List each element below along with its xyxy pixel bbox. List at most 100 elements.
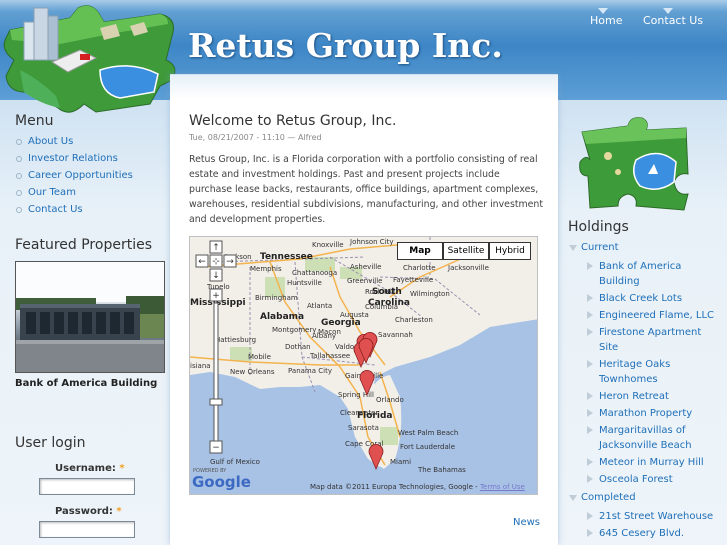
featured-heading: Featured Properties — [15, 237, 152, 253]
menu-link-contact[interactable]: Contact Us — [28, 204, 83, 215]
holding-link-osceola[interactable]: Osceola Forest — [599, 474, 673, 485]
map-label-new-orleans: New Orleans — [230, 368, 275, 376]
holding-item: Osceola Forest — [599, 472, 719, 487]
holding-link-margaritavillas[interactable]: Margaritavillas of Jacksonville Beach — [599, 425, 692, 451]
expanded-triangle-icon — [569, 495, 577, 501]
menu-link-about[interactable]: About Us — [28, 136, 73, 147]
map-label-hattiesburg: Hattiesburg — [215, 336, 256, 344]
required-mark: * — [116, 506, 122, 517]
map-label-tallahassee: Tallahassee — [309, 352, 350, 360]
map-attribution-text: Map data ©2011 Europa Technologies, Goog… — [310, 483, 478, 491]
map-label-birmingham: Birmingham — [255, 294, 298, 302]
holding-item: Firestone Apartment Site — [599, 325, 719, 355]
collapsed-triangle-icon — [587, 426, 593, 434]
map-label-sarasota: Sarasota — [348, 424, 379, 432]
map-label-tennessee: Tennessee — [260, 252, 313, 262]
map-pan-down-icon[interactable]: ↓ — [212, 271, 220, 281]
map-type-hybrid-button[interactable]: Hybrid — [489, 242, 531, 260]
holding-link-marathon[interactable]: Marathon Property — [599, 408, 692, 419]
login-heading: User login — [15, 435, 86, 451]
holding-link-meteor[interactable]: Meteor in Murray Hill — [599, 457, 704, 468]
holding-link-black-creek[interactable]: Black Creek Lots — [599, 293, 682, 304]
map-label-louisiana: isiana — [190, 362, 211, 370]
featured-caption[interactable]: Bank of America Building — [15, 378, 157, 389]
password-input[interactable] — [39, 521, 135, 538]
map-label-fayetteville: Fayetteville — [393, 276, 433, 284]
menu-item-investor: Investor Relations — [16, 150, 133, 167]
ring-bullet-icon — [16, 155, 22, 162]
holding-link-heritage-oaks[interactable]: Heritage Oaks Townhomes — [599, 359, 670, 385]
map-pan-left-icon[interactable]: ← — [198, 257, 206, 267]
map-label-chattanooga: Chattanooga — [292, 269, 337, 277]
holdings-current-link[interactable]: Current — [581, 242, 619, 253]
collapsed-triangle-icon — [587, 311, 593, 319]
post-title[interactable]: Welcome to Retus Group, Inc. — [189, 113, 396, 129]
nav-contact-link[interactable]: Contact Us — [643, 14, 703, 27]
map-label-johnson-city: Johnson City — [349, 238, 394, 246]
holding-link-heron-retreat[interactable]: Heron Retreat — [599, 391, 669, 402]
holding-item: Black Creek Lots — [599, 291, 719, 306]
map-label-miami: Miami — [390, 458, 411, 466]
post-body: Retus Group, Inc. is a Florida corporati… — [189, 154, 544, 225]
map-terms-link[interactable]: Terms of Use — [480, 483, 525, 491]
map-label-south: South — [372, 287, 402, 297]
post-meta: Tue, 08/21/2007 - 11:10 — Alfred — [189, 133, 322, 142]
holding-link-bank-of-america[interactable]: Bank of America Building — [599, 261, 681, 287]
holding-item: Margaritavillas of Jacksonville Beach — [599, 423, 719, 453]
map-label-albany: Albany — [312, 332, 336, 340]
username-input[interactable] — [39, 478, 135, 495]
map-label-charlotte: Charlotte — [403, 264, 436, 272]
holding-link-cesery[interactable]: 645 Cesery Blvd. — [599, 528, 684, 539]
expanded-triangle-icon — [569, 245, 577, 251]
ring-bullet-icon — [16, 138, 22, 145]
map-center-icon[interactable]: ⊹ — [212, 257, 220, 267]
menu-link-careers[interactable]: Career Opportunities — [28, 170, 133, 181]
map-label-dothan: Dothan — [285, 343, 311, 351]
holdings-completed-link[interactable]: Completed — [581, 492, 636, 503]
map-label-mobile: Mobile — [248, 353, 271, 361]
collapsed-triangle-icon — [587, 475, 593, 483]
map-label-huntsville: Huntsville — [287, 279, 322, 287]
google-logo[interactable]: Google — [192, 473, 251, 491]
collapsed-triangle-icon — [587, 458, 593, 466]
collapsed-triangle-icon — [587, 360, 593, 368]
holding-link-engineered-flame[interactable]: Engineered Flame, LLC — [599, 310, 714, 321]
map-type-satellite-button[interactable]: Satellite — [443, 242, 489, 260]
holding-item: 645 Cesery Blvd. — [599, 526, 719, 541]
map-zoom-in-icon[interactable]: + — [212, 291, 220, 301]
map-label-georgia: Georgia — [321, 318, 361, 328]
holding-item: Heritage Oaks Townhomes — [599, 357, 719, 387]
logo-puzzle-graphic[interactable] — [0, 0, 180, 118]
site-title[interactable]: Retus Group Inc. — [188, 26, 503, 65]
holding-link-firestone[interactable]: Firestone Apartment Site — [599, 327, 701, 353]
content-panel-topbar — [170, 75, 558, 99]
news-link[interactable]: News — [513, 517, 540, 528]
menu-link-investor[interactable]: Investor Relations — [28, 153, 118, 164]
map-type-map-button[interactable]: Map — [397, 242, 443, 260]
map-canvas[interactable]: Johnson City Knoxville Jackson Memphis C… — [190, 237, 538, 495]
nav-home-link[interactable]: Home — [590, 14, 622, 27]
ring-bullet-icon — [16, 189, 22, 196]
menu-item-team: Our Team — [16, 184, 133, 201]
map-label-orlando: Orlando — [376, 396, 404, 404]
map-label-greenville: Greenville — [347, 277, 382, 285]
menu-link-team[interactable]: Our Team — [28, 187, 76, 198]
building-photo — [16, 262, 164, 372]
map-label-carolina: Carolina — [368, 298, 410, 308]
map-label-wilmington: Wilmington — [410, 290, 450, 298]
holding-link-21st-street[interactable]: 21st Street Warehouse — [599, 511, 713, 522]
collapsed-triangle-icon — [587, 392, 593, 400]
map-pan-up-icon[interactable]: ↑ — [212, 243, 220, 253]
map-label-atlanta: Atlanta — [307, 302, 332, 310]
google-map[interactable]: Johnson City Knoxville Jackson Memphis C… — [189, 236, 538, 495]
collapsed-triangle-icon — [587, 262, 593, 270]
map-label-the-bahamas: The Bahamas — [417, 466, 466, 474]
map-label-knoxville: Knoxville — [312, 241, 344, 249]
collapsed-triangle-icon — [587, 529, 593, 537]
map-pan-right-icon[interactable]: → — [226, 257, 234, 267]
holding-item: 21st Street Warehouse — [599, 509, 719, 524]
map-zoom-out-icon[interactable]: − — [212, 443, 220, 453]
collapsed-triangle-icon — [587, 328, 593, 336]
featured-property-image[interactable] — [15, 261, 165, 373]
username-label-text: Username: — [55, 463, 116, 474]
